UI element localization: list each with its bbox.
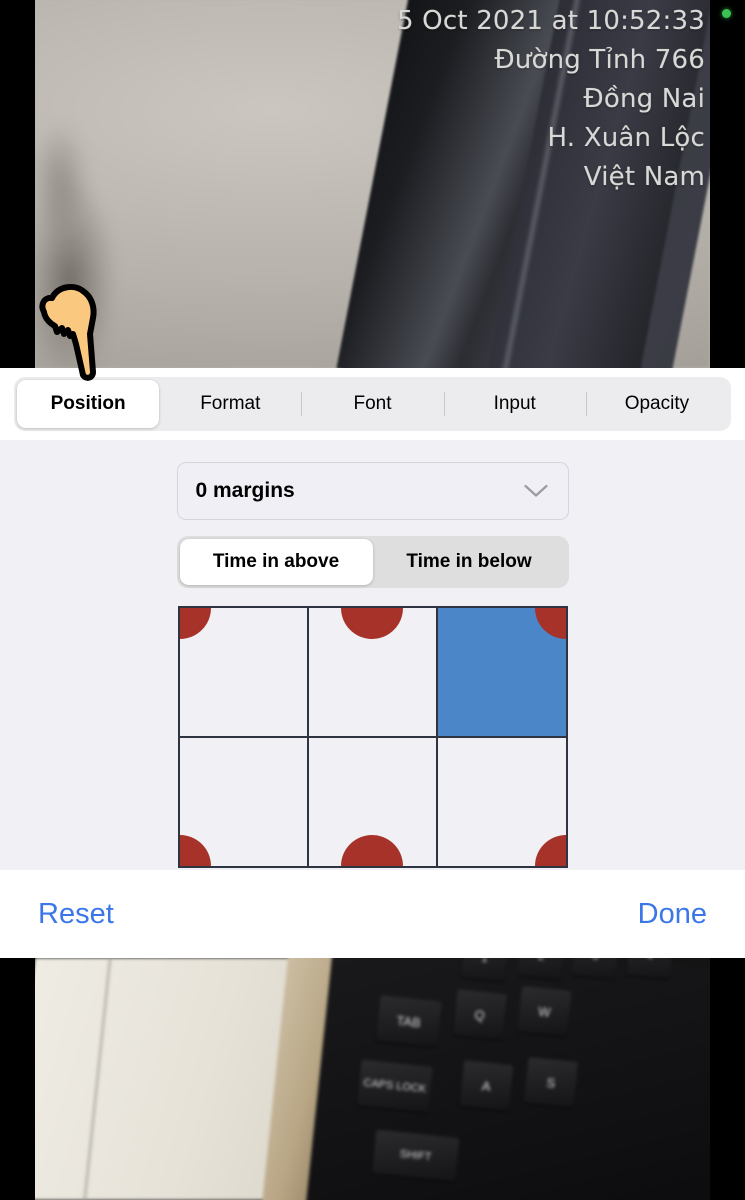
toggle-time-in-below[interactable]: Time in below	[373, 539, 566, 585]
position-cell-bottom-left[interactable]	[179, 738, 307, 866]
toggle-time-in-above-label: Time in above	[212, 551, 340, 572]
position-grid[interactable]	[177, 606, 568, 868]
tab-opacity-label: Opacity	[624, 393, 690, 414]
margins-select[interactable]: 0 margins	[176, 462, 569, 520]
photo-key-capslock: CAPS LOCK	[356, 1059, 434, 1113]
settings-body: 0 margins Time in above Time in below	[0, 440, 745, 870]
photo-preview-bottom: TAB CAPS LOCK Q W A S SHIFT 1 2 3 4	[35, 958, 710, 1200]
tab-font-label: Font	[353, 393, 392, 414]
reset-button[interactable]: Reset	[38, 898, 114, 931]
anchor-dot-icon	[341, 835, 404, 866]
timestamp-line-street: Đường Tỉnh 766	[494, 45, 705, 75]
done-button[interactable]: Done	[638, 898, 707, 931]
anchor-dot-icon	[341, 608, 404, 639]
timestamp-line-province: Đồng Nai	[583, 84, 705, 114]
anchor-dot-icon	[179, 835, 211, 866]
settings-footer: Reset Done	[0, 870, 745, 958]
tab-format[interactable]: Format	[159, 380, 301, 428]
position-settings-panel: Position Format Font Input Opacity 0 mar…	[0, 368, 745, 958]
photo-keyboard: TAB CAPS LOCK Q W A S SHIFT 1 2 3 4	[301, 958, 710, 1200]
screen: 5 Oct 2021 at 10:52:33 Đường Tỉnh 766 Đồ…	[0, 0, 745, 1200]
photo-key-w: W	[517, 985, 572, 1037]
anchor-dot-icon	[179, 608, 211, 639]
timestamp-overlay: 5 Oct 2021 at 10:52:33 Đường Tỉnh 766 Đồ…	[397, 2, 705, 197]
position-cell-top-right[interactable]	[438, 608, 566, 736]
photo-shadow-left-2	[35, 120, 90, 240]
timestamp-line-district: H. Xuân Lộc	[547, 123, 705, 153]
tab-input[interactable]: Input	[443, 380, 586, 428]
position-cell-top-center[interactable]	[308, 608, 437, 736]
photo-key-s: S	[523, 1056, 579, 1108]
anchor-dot-icon	[534, 835, 566, 866]
tab-input-label: Input	[493, 393, 536, 414]
photo-key-4: 4	[625, 958, 674, 980]
chevron-down-icon	[523, 484, 548, 497]
tab-opacity[interactable]: Opacity	[585, 380, 728, 428]
position-cell-bottom-right[interactable]	[438, 738, 566, 866]
position-cell-bottom-center[interactable]	[308, 738, 437, 866]
position-cell-top-left[interactable]	[179, 608, 307, 736]
tab-position[interactable]: Position	[17, 380, 160, 428]
photo-key-1: 1	[460, 958, 509, 982]
anchor-dot-icon	[534, 608, 566, 639]
timestamp-line-datetime: 5 Oct 2021 at 10:52:33	[396, 6, 705, 36]
margins-select-value: 0 margins	[195, 479, 295, 502]
tab-position-label: Position	[50, 393, 126, 414]
photo-key-tab: TAB	[375, 995, 442, 1048]
photo-key-q: Q	[452, 989, 508, 1041]
photo-key-a: A	[459, 1060, 514, 1112]
settings-segmented-control[interactable]: Position Format Font Input Opacity	[14, 377, 731, 431]
timestamp-line-country: Việt Nam	[583, 162, 705, 192]
settings-tabbar: Position Format Font Input Opacity	[0, 368, 745, 440]
tab-font[interactable]: Font	[301, 380, 443, 428]
time-order-toggle[interactable]: Time in above Time in below	[176, 536, 569, 588]
photo-key-2: 2	[517, 958, 566, 980]
recording-indicator-icon	[722, 9, 731, 18]
photo-key-3: 3	[571, 958, 620, 980]
toggle-time-in-below-label: Time in below	[406, 551, 532, 572]
photo-preview-top: 5 Oct 2021 at 10:52:33 Đường Tỉnh 766 Đồ…	[35, 0, 710, 368]
tab-format-label: Format	[200, 393, 261, 414]
photo-key-shift: SHIFT	[371, 1129, 460, 1182]
toggle-time-in-above[interactable]: Time in above	[179, 539, 373, 585]
